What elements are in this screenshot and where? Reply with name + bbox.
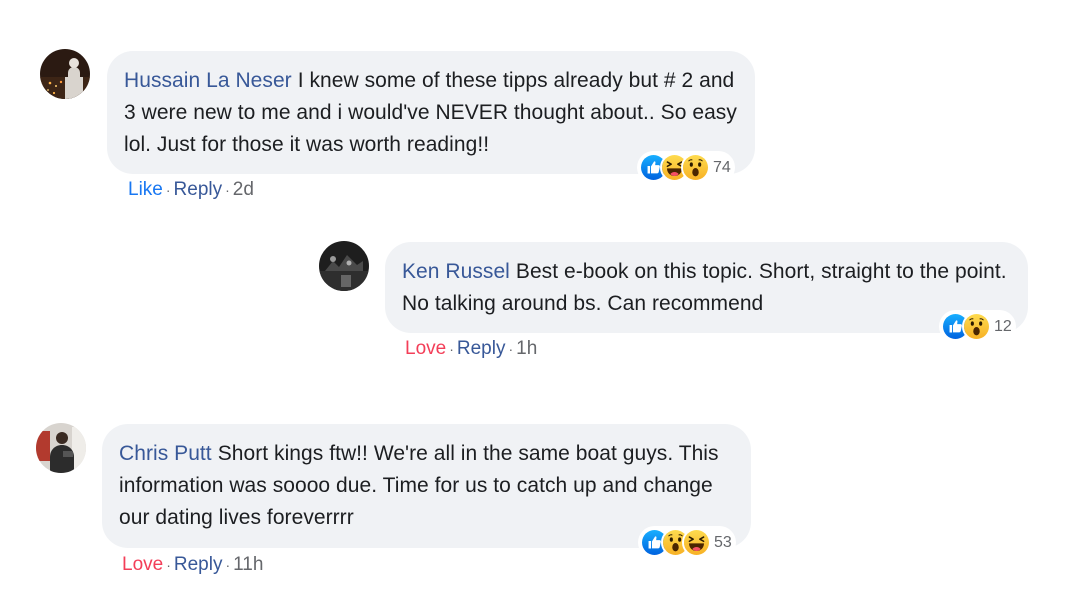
comment-author[interactable]: Hussain La Neser bbox=[124, 69, 292, 92]
comment-timestamp[interactable]: 11h bbox=[233, 554, 263, 576]
reaction-count: 12 bbox=[994, 317, 1012, 335]
avatar[interactable] bbox=[40, 49, 90, 99]
reply-button[interactable]: Reply bbox=[174, 179, 223, 201]
comment-timestamp[interactable]: 1h bbox=[516, 338, 537, 360]
reaction-count: 74 bbox=[713, 158, 731, 176]
avatar[interactable] bbox=[36, 423, 86, 473]
separator-dot: · bbox=[225, 557, 231, 573]
wow-icon bbox=[962, 312, 991, 341]
separator-dot: · bbox=[165, 182, 171, 198]
reply-button[interactable]: Reply bbox=[174, 554, 223, 576]
comment-bubble: Ken Russel Best e-book on this topic. Sho… bbox=[385, 242, 1028, 333]
separator-dot: · bbox=[508, 341, 514, 357]
comment-author[interactable]: Ken Russel bbox=[402, 260, 510, 283]
reactions-summary[interactable]: 74 bbox=[637, 151, 735, 184]
reaction-count: 53 bbox=[714, 533, 732, 551]
comment-actions: Love · Reply · 11h bbox=[122, 554, 263, 576]
reactions-summary[interactable]: 53 bbox=[638, 526, 736, 559]
comment-actions: Like · Reply · 2d bbox=[128, 179, 254, 201]
like-button[interactable]: Like bbox=[128, 179, 163, 201]
separator-dot: · bbox=[225, 182, 230, 198]
reply-button[interactable]: Reply bbox=[457, 338, 506, 360]
haha-icon bbox=[682, 528, 711, 557]
comment-timestamp[interactable]: 2d bbox=[233, 179, 254, 201]
love-button[interactable]: Love bbox=[122, 554, 163, 576]
separator-dot: · bbox=[166, 557, 171, 573]
wow-icon bbox=[681, 153, 710, 182]
love-button[interactable]: Love bbox=[405, 338, 446, 360]
separator-dot: · bbox=[449, 341, 454, 357]
comment-actions: Love · Reply · 1h bbox=[405, 338, 537, 360]
avatar[interactable] bbox=[319, 241, 369, 291]
reactions-summary[interactable]: 12 bbox=[939, 310, 1016, 343]
comment-author[interactable]: Chris Putt bbox=[119, 442, 212, 465]
